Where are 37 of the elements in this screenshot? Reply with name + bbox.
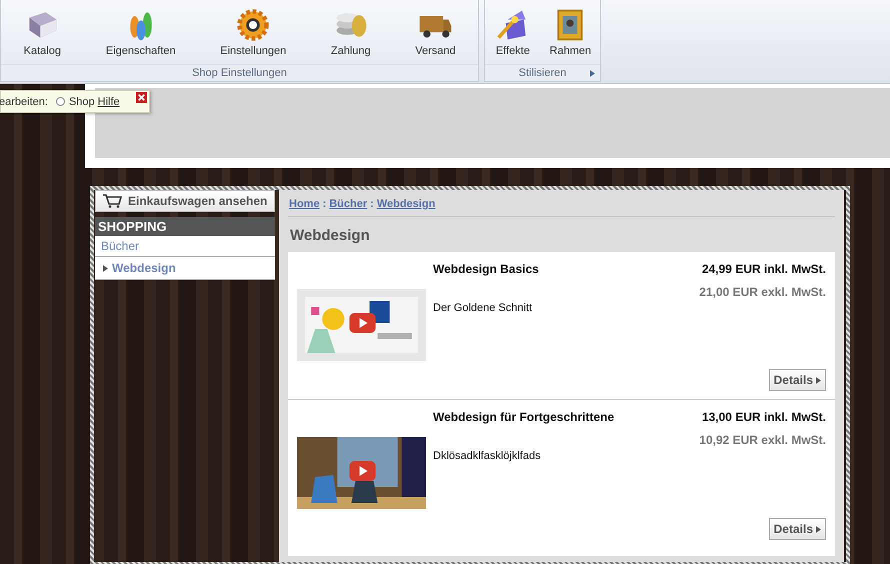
sidebar-heading: SHOPPING — [95, 217, 275, 236]
expand-icon[interactable] — [590, 70, 595, 76]
breadcrumb-separator: : — [322, 198, 326, 210]
ribbon-button[interactable]: Versand — [413, 7, 458, 57]
product-description: Der Goldene Schnitt — [433, 302, 534, 314]
details-button[interactable]: Details — [768, 518, 826, 540]
cart-icon — [102, 194, 122, 208]
breadcrumb-link[interactable]: Webdesign — [376, 198, 436, 210]
radio-label: Shop — [68, 96, 95, 108]
radio-button[interactable] — [56, 97, 65, 106]
ribbon-button[interactable]: Eigenschaften — [104, 7, 178, 57]
arrow-icon — [816, 376, 821, 384]
arrow-icon — [816, 526, 821, 532]
product-title: Webdesign Basics — [433, 262, 540, 276]
group-title: Shop Einstellungen — [192, 67, 287, 79]
ribbon-button[interactable]: Einstellungen — [218, 7, 288, 57]
sidebar-item[interactable]: Bücher — [95, 236, 275, 257]
net-price: 21,00 EUR exkl. MwSt. — [699, 285, 826, 299]
arrow-icon — [103, 264, 108, 272]
close-icon[interactable] — [136, 92, 147, 103]
gross-price: 13,00 EUR inkl. MwSt. — [702, 410, 826, 424]
group-title: Stilisieren — [518, 67, 566, 79]
gross-price: 24,99 EUR inkl. MwSt. — [702, 262, 826, 276]
product-description: Dklösadklfasklöjklfads — [433, 450, 542, 462]
ribbon-button[interactable]: Katalog — [21, 7, 64, 57]
product-title: Webdesign für Fortgeschrittene — [433, 410, 616, 424]
ribbon-button[interactable]: Zahlung — [328, 7, 373, 57]
help-link[interactable]: Hilfe — [98, 96, 120, 108]
page-title: Webdesign — [290, 227, 371, 244]
net-price: 10,92 EUR exkl. MwSt. — [699, 433, 826, 447]
breadcrumb-link[interactable]: Bücher — [329, 198, 368, 210]
ribbon-button[interactable]: Effekte — [492, 7, 534, 57]
breadcrumb-separator: : — [370, 198, 374, 210]
breadcrumb-link[interactable]: Home — [289, 198, 320, 210]
ribbon-button[interactable]: Rahmen — [548, 7, 594, 57]
details-button[interactable]: Details — [768, 369, 826, 391]
cart-button[interactable]: Einkaufswagen ansehen — [95, 190, 275, 212]
